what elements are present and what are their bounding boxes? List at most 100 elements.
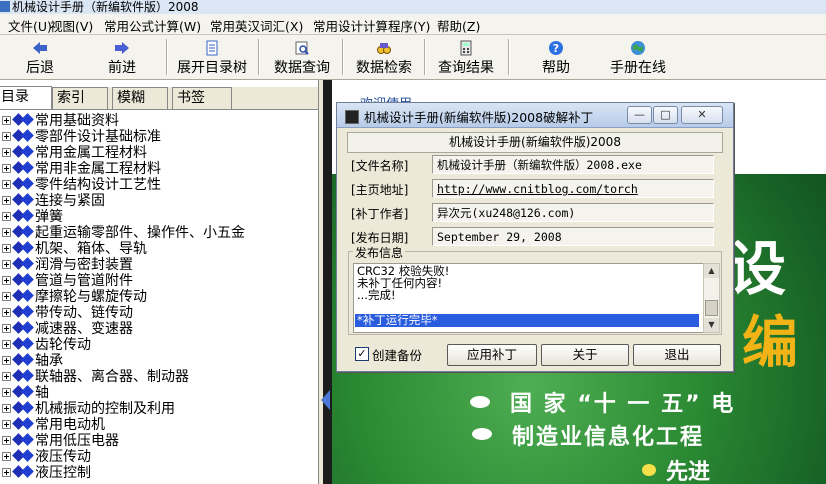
- data-query-button[interactable]: 数据查询: [270, 35, 334, 79]
- expand-icon[interactable]: [2, 132, 11, 141]
- bullet-icon: [472, 428, 492, 440]
- tree-node-label: 液压控制: [35, 465, 91, 481]
- navigation-panel: 目录 索引 模糊 书签 常用基础资料 零部件设计基础标准 常用金属工程材料 常用非金属…: [0, 80, 319, 484]
- tab-index[interactable]: 索引: [52, 87, 108, 109]
- menu-help[interactable]: 帮助(Z): [437, 16, 480, 35]
- tab-fuzzy[interactable]: 模糊: [112, 87, 168, 109]
- scroll-thumb[interactable]: [705, 300, 718, 316]
- dialog-title: 机械设计手册(新编软件版)2008破解补丁: [364, 110, 594, 125]
- expand-icon[interactable]: [2, 420, 11, 429]
- log-line: ...完成!: [357, 288, 396, 302]
- log-scrollbar[interactable]: ▲ ▼: [703, 263, 720, 333]
- log-line-selected[interactable]: *补丁运行完毕*: [355, 314, 699, 327]
- scroll-up-icon[interactable]: ▲: [704, 264, 719, 278]
- book-icon: [21, 193, 34, 206]
- expand-icon[interactable]: [2, 356, 11, 365]
- release-info-label: 发布信息: [353, 244, 406, 261]
- search-page-icon: [295, 41, 309, 55]
- toolbar-divider: [342, 39, 344, 75]
- dialog-title-bar: 机械设计手册(新编软件版)2008破解补丁 — □ ✕: [337, 103, 733, 128]
- book-icon: [21, 273, 34, 286]
- book-icon: [21, 161, 34, 174]
- forward-button[interactable]: 前进: [100, 35, 144, 79]
- minimize-button[interactable]: —: [627, 106, 652, 124]
- book-icon: [21, 113, 34, 126]
- tab-bookmarks[interactable]: 书签: [172, 87, 232, 109]
- create-backup-checkbox[interactable]: ✓: [355, 347, 369, 361]
- expand-icon[interactable]: [2, 388, 11, 397]
- expand-icon[interactable]: [2, 452, 11, 461]
- tree-node-label: 联轴器、离合器、制动器: [35, 369, 189, 385]
- help-icon: ?: [549, 41, 563, 55]
- book-icon: [21, 225, 34, 238]
- menu-glossary[interactable]: 常用英汉词汇(X): [210, 16, 303, 35]
- online-manual-button[interactable]: 手册在线: [604, 35, 672, 79]
- slogan-line-2: 制造业信息化工程: [512, 425, 705, 450]
- patch-dialog: 机械设计手册(新编软件版)2008破解补丁 — □ ✕ 机械设计手册(新编软件版…: [336, 102, 734, 372]
- author-label: [补丁作者]: [351, 207, 409, 221]
- homepage-link[interactable]: http://www.cnitblog.com/torch: [432, 179, 714, 198]
- svg-text:?: ?: [553, 42, 559, 55]
- toolbar-divider: [424, 39, 426, 75]
- expand-icon[interactable]: [2, 292, 11, 301]
- data-retrieve-button[interactable]: 数据检索: [352, 35, 416, 79]
- expand-icon[interactable]: [2, 340, 11, 349]
- expand-icon[interactable]: [2, 372, 11, 381]
- toolbar: 后退 前进 展开目录树 数据查询 数据检索 查询结果 ? 帮助 手册在线: [0, 35, 826, 80]
- toolbar-divider: [508, 39, 510, 75]
- close-button[interactable]: ✕: [681, 106, 723, 124]
- book-icon: [21, 289, 34, 302]
- exit-button[interactable]: 退出: [633, 344, 721, 366]
- book-icon: [21, 257, 34, 270]
- document-icon: [206, 40, 218, 56]
- tree-node[interactable]: 液压控制: [0, 464, 318, 481]
- maximize-button[interactable]: □: [653, 106, 678, 124]
- dialog-header: 机械设计手册(新编软件版)2008: [347, 132, 723, 153]
- expand-icon[interactable]: [2, 244, 11, 253]
- help-button[interactable]: ? 帮助: [536, 35, 576, 79]
- scroll-down-icon[interactable]: ▼: [704, 318, 719, 332]
- expand-icon[interactable]: [2, 116, 11, 125]
- tab-contents[interactable]: 目录: [0, 86, 52, 109]
- bullet-icon: [470, 396, 490, 408]
- expand-icon[interactable]: [2, 228, 11, 237]
- toolbar-divider: [166, 39, 168, 75]
- expand-icon[interactable]: [2, 196, 11, 205]
- menu-programs[interactable]: 常用设计计算程序(Y): [313, 16, 430, 35]
- menu-file[interactable]: 文件(U): [8, 16, 52, 35]
- expand-icon[interactable]: [2, 164, 11, 173]
- window-title: 机械设计手册（新编软件版）2008: [12, 0, 199, 14]
- dialog-app-icon: [345, 110, 359, 124]
- expand-icon[interactable]: [2, 276, 11, 285]
- expand-icon[interactable]: [2, 212, 11, 221]
- book-icon: [21, 337, 34, 350]
- toolbar-divider: [258, 39, 260, 75]
- expand-icon[interactable]: [2, 324, 11, 333]
- expand-icon[interactable]: [2, 404, 11, 413]
- query-results-button[interactable]: 查询结果: [434, 35, 498, 79]
- expand-tree-button[interactable]: 展开目录树: [172, 35, 252, 79]
- expand-icon[interactable]: [2, 148, 11, 157]
- expand-icon[interactable]: [2, 180, 11, 189]
- book-icon: [21, 401, 34, 414]
- menu-formula[interactable]: 常用公式计算(W): [104, 16, 201, 35]
- expand-icon[interactable]: [2, 468, 11, 477]
- book-icon: [21, 385, 34, 398]
- banner-glyph: 设: [728, 235, 787, 303]
- apply-patch-button[interactable]: 应用补丁: [447, 344, 537, 366]
- expand-icon[interactable]: [2, 436, 11, 445]
- expand-icon[interactable]: [2, 308, 11, 317]
- book-icon: [21, 177, 34, 190]
- collapse-arrow-icon[interactable]: [321, 390, 330, 410]
- book-icon: [21, 321, 34, 334]
- title-bar: 机械设计手册（新编软件版）2008: [0, 0, 826, 14]
- book-icon: [21, 241, 34, 254]
- expand-icon[interactable]: [2, 260, 11, 269]
- banner-glyph-orange: 编: [742, 311, 798, 376]
- about-button[interactable]: 关于: [541, 344, 629, 366]
- menu-view[interactable]: 视图(V): [50, 16, 93, 35]
- release-info-log[interactable]: CRC32 校验失败! 未补丁任何内容! ...完成! *补丁运行完毕*: [353, 263, 705, 333]
- arrow-left-icon: [33, 42, 47, 54]
- book-icon: [21, 417, 34, 430]
- back-button[interactable]: 后退: [18, 35, 62, 79]
